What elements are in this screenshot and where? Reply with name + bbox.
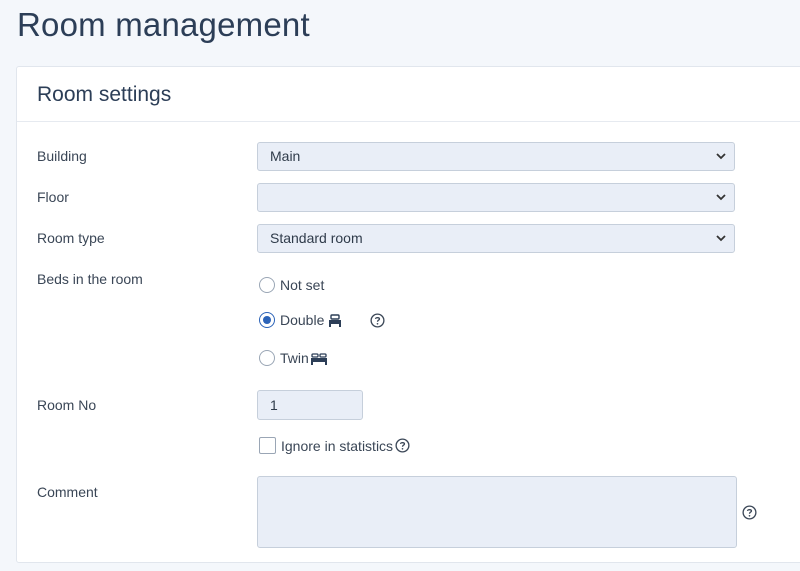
- room-type-select[interactable]: Standard room: [257, 224, 735, 253]
- double-bed-icon: [329, 313, 342, 327]
- radio-not-set[interactable]: [259, 277, 275, 293]
- beds-option-not-set[interactable]: Not set: [259, 275, 324, 295]
- ignore-statistics-option[interactable]: Ignore in statistics: [259, 437, 410, 454]
- twin-bed-icon: [310, 352, 327, 365]
- page-title: Room management: [17, 6, 310, 43]
- ignore-statistics-label: Ignore in statistics: [281, 437, 394, 454]
- room-no-label: Room No: [37, 397, 97, 413]
- beds-option-label: Double: [280, 312, 325, 328]
- building-select[interactable]: Main: [257, 142, 735, 171]
- chevron-down-icon: [716, 153, 726, 160]
- beds-option-double[interactable]: Double: [259, 310, 385, 330]
- panel-divider: [17, 121, 800, 122]
- room-type-select-value: Standard room: [270, 230, 363, 246]
- beds-option-twin[interactable]: Twin: [259, 348, 327, 368]
- radio-double[interactable]: [259, 312, 275, 328]
- radio-twin[interactable]: [259, 350, 275, 366]
- comment-label: Comment: [37, 484, 98, 500]
- chevron-down-icon: [716, 194, 726, 201]
- floor-label: Floor: [37, 189, 69, 205]
- ignore-statistics-checkbox[interactable]: [259, 437, 276, 454]
- room-type-label: Room type: [37, 230, 105, 246]
- room-no-input[interactable]: 1: [257, 390, 363, 420]
- help-icon[interactable]: [395, 438, 410, 453]
- panel-title: Room settings: [37, 83, 172, 106]
- help-icon[interactable]: [370, 312, 385, 328]
- beds-option-label: Twin: [280, 350, 309, 366]
- chevron-down-icon: [716, 235, 726, 242]
- help-icon[interactable]: [742, 505, 757, 520]
- beds-option-label: Not set: [280, 277, 325, 293]
- beds-label: Beds in the room: [37, 271, 143, 287]
- building-label: Building: [37, 148, 87, 164]
- floor-select[interactable]: [257, 183, 735, 212]
- building-select-value: Main: [270, 148, 301, 164]
- comment-textarea[interactable]: [257, 476, 737, 548]
- room-settings-panel: Room settings Building Main Floor Room t…: [16, 66, 800, 563]
